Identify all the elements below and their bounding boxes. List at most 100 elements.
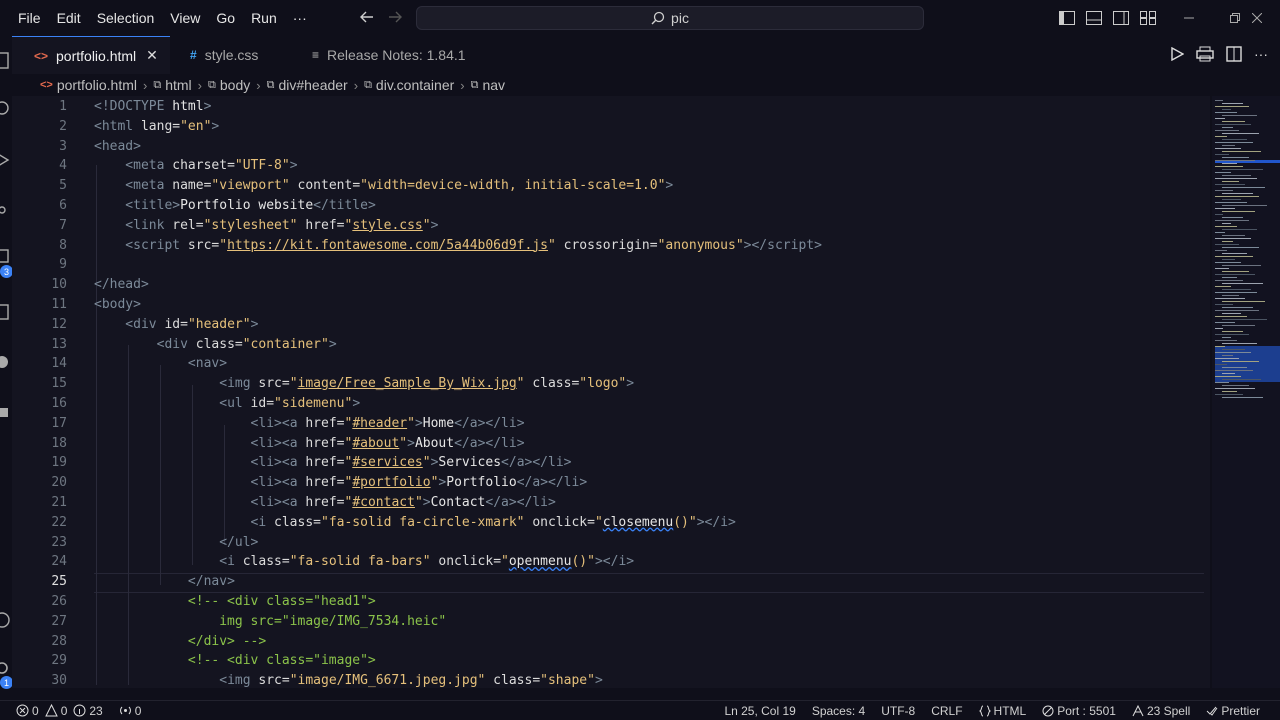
search-activity-icon[interactable] [0,98,12,118]
menu-view[interactable]: View [162,10,208,26]
code-token: "width=device-width, initial-scale=1.0" [360,178,666,194]
double-check-icon [1206,706,1218,716]
breadcrumb-file[interactable]: <> portfolio.html [40,77,137,93]
code-line[interactable]: <li><a href="#about">About</a></li> [94,434,525,454]
code-line[interactable]: <img src="image/IMG_6671.jpeg.jpg" class… [94,671,603,688]
toggle-secondary-sidebar-icon[interactable] [1112,9,1130,27]
code-line[interactable]: <i class="fa-solid fa-bars" onclick="ope… [94,552,634,572]
end-of-line[interactable]: CRLF [923,704,970,718]
docker-icon[interactable] [0,402,12,422]
problems-indicator[interactable]: 0 0 23 [0,704,111,718]
accounts-icon[interactable] [0,610,12,630]
minimap-line [1222,139,1247,140]
code-token: src [250,673,282,688]
customize-layout-icon[interactable] [1139,9,1157,27]
minimap-line [1215,136,1227,137]
run-debug-icon[interactable] [0,150,12,170]
extensions-icon[interactable] [0,246,12,266]
code-token: "stylesheet" [203,217,298,233]
more-actions-icon[interactable]: ··· [1254,46,1268,62]
code-line[interactable]: <html lang="en"> [94,117,219,137]
language-mode[interactable]: HTML [971,704,1035,718]
code-line[interactable]: </div> --> [94,632,266,652]
code-line[interactable]: <li><a href="#header">Home</a></li> [94,414,525,434]
minimize-window-icon[interactable] [1166,0,1212,36]
code-line[interactable]: <meta name="viewport" content="width=dev… [94,176,673,196]
code-line[interactable]: <div class="container"> [94,335,337,355]
line-number: 14 [51,356,67,372]
menu-selection[interactable]: Selection [89,10,163,26]
tab-release-notes[interactable]: ≡ Release Notes: 1.84.1 [294,36,480,74]
encoding[interactable]: UTF-8 [873,704,923,718]
tab-portfolio-html[interactable]: <> portfolio.html ✕ [12,36,170,74]
more-menu-icon[interactable]: ··· [285,10,315,26]
code-line[interactable]: <title>Portfolio website</title> [94,196,376,216]
explorer-icon[interactable] [0,50,12,70]
breadcrumb-div-container[interactable]: ⧉ div.container [364,77,454,93]
line-number: 19 [51,455,67,471]
code-line[interactable]: </head> [94,275,149,295]
minimap-line [1215,298,1245,299]
indentation[interactable]: Spaces: 4 [804,704,873,718]
settings-gear-icon[interactable] [0,658,12,678]
code-line[interactable]: <!-- <div class="head1"> [94,592,376,612]
menu-edit[interactable]: Edit [49,10,89,26]
code-line[interactable]: <div id="header"> [94,315,258,335]
element-symbol-icon: ⧉ [208,78,216,91]
current-line-highlight [94,573,1204,593]
menu-go[interactable]: Go [208,10,243,26]
code-line[interactable]: <!-- <div class="image"> [94,651,376,671]
command-center-search[interactable]: pic [416,6,924,30]
close-window-icon[interactable] [1234,0,1280,36]
tab-style-css[interactable]: # style.css [170,36,294,74]
breadcrumb-html[interactable]: ⧉ html [153,77,191,93]
live-server-port[interactable]: Port : 5501 [1034,704,1124,718]
spell-checker[interactable]: 23 Spell [1124,704,1198,718]
code-token: </div> --> [94,633,267,649]
code-line[interactable]: </ul> [94,533,258,553]
menu-file[interactable]: File [0,10,49,26]
code-token: " [422,217,431,233]
toggle-primary-sidebar-icon[interactable] [1058,9,1076,27]
prettier-formatter[interactable]: Prettier [1198,704,1280,718]
ports-indicator[interactable]: 0 [111,704,150,718]
code-line[interactable]: <li><a href="#services">Services</a></li… [94,453,572,473]
code-line[interactable]: <img src="image/Free_Sample_By_Wix.jpg" … [94,374,634,394]
minimap[interactable] [1212,96,1280,688]
code-line[interactable]: <meta charset="UTF-8"> [94,156,297,176]
print-icon[interactable] [1196,46,1214,62]
minimap-line [1222,349,1245,350]
source-control-icon[interactable] [0,200,12,220]
split-editor-icon[interactable] [1226,46,1242,62]
code-line[interactable]: <!DOCTYPE html> [94,97,211,117]
forward-arrow-icon[interactable] [382,9,408,30]
code-line[interactable]: <nav> [94,354,227,374]
breadcrumb-nav[interactable]: ⧉ nav [471,77,505,93]
back-arrow-icon[interactable] [354,9,380,30]
breadcrumb-div-header[interactable]: ⧉ div#header [267,77,348,93]
code-line[interactable]: <li><a href="#contact">Contact</a></li> [94,493,556,513]
code-line[interactable]: <ul id="sidemenu"> [94,394,360,414]
cursor-position[interactable]: Ln 25, Col 19 [716,704,803,718]
code-line[interactable]: <i class="fa-solid fa-circle-xmark" oncl… [94,513,736,533]
menu-run[interactable]: Run [243,10,285,26]
close-tab-icon[interactable]: ✕ [146,47,158,64]
code-line[interactable]: img src="image/IMG_7534.heic" [94,612,446,632]
code-line[interactable]: </nav> [94,572,235,592]
code-line[interactable]: <head> [94,137,141,157]
remote-explorer-icon[interactable] [0,302,12,322]
run-file-icon[interactable] [1170,47,1184,61]
code-line[interactable]: <script src="https://kit.fontawesome.com… [94,236,822,256]
code-line[interactable]: <body> [94,295,141,315]
code-line[interactable]: <link rel="stylesheet" href="style.css"> [94,216,438,236]
code-line[interactable]: <li><a href="#portfolio">Portfolio</a></… [94,473,588,493]
python-icon[interactable] [0,352,12,372]
toggle-panel-icon[interactable] [1085,9,1103,27]
breadcrumb-body[interactable]: ⧉ body [208,77,250,93]
code-token: " [407,415,415,431]
code-token: ></ [743,237,768,253]
line-number: 12 [51,316,67,332]
code-editor[interactable]: 1 <!DOCTYPE html> 2 <html lang="en"> 3 <head>… [12,96,1210,688]
minimap-line [1222,187,1265,188]
code-token: openmenu [508,554,572,570]
